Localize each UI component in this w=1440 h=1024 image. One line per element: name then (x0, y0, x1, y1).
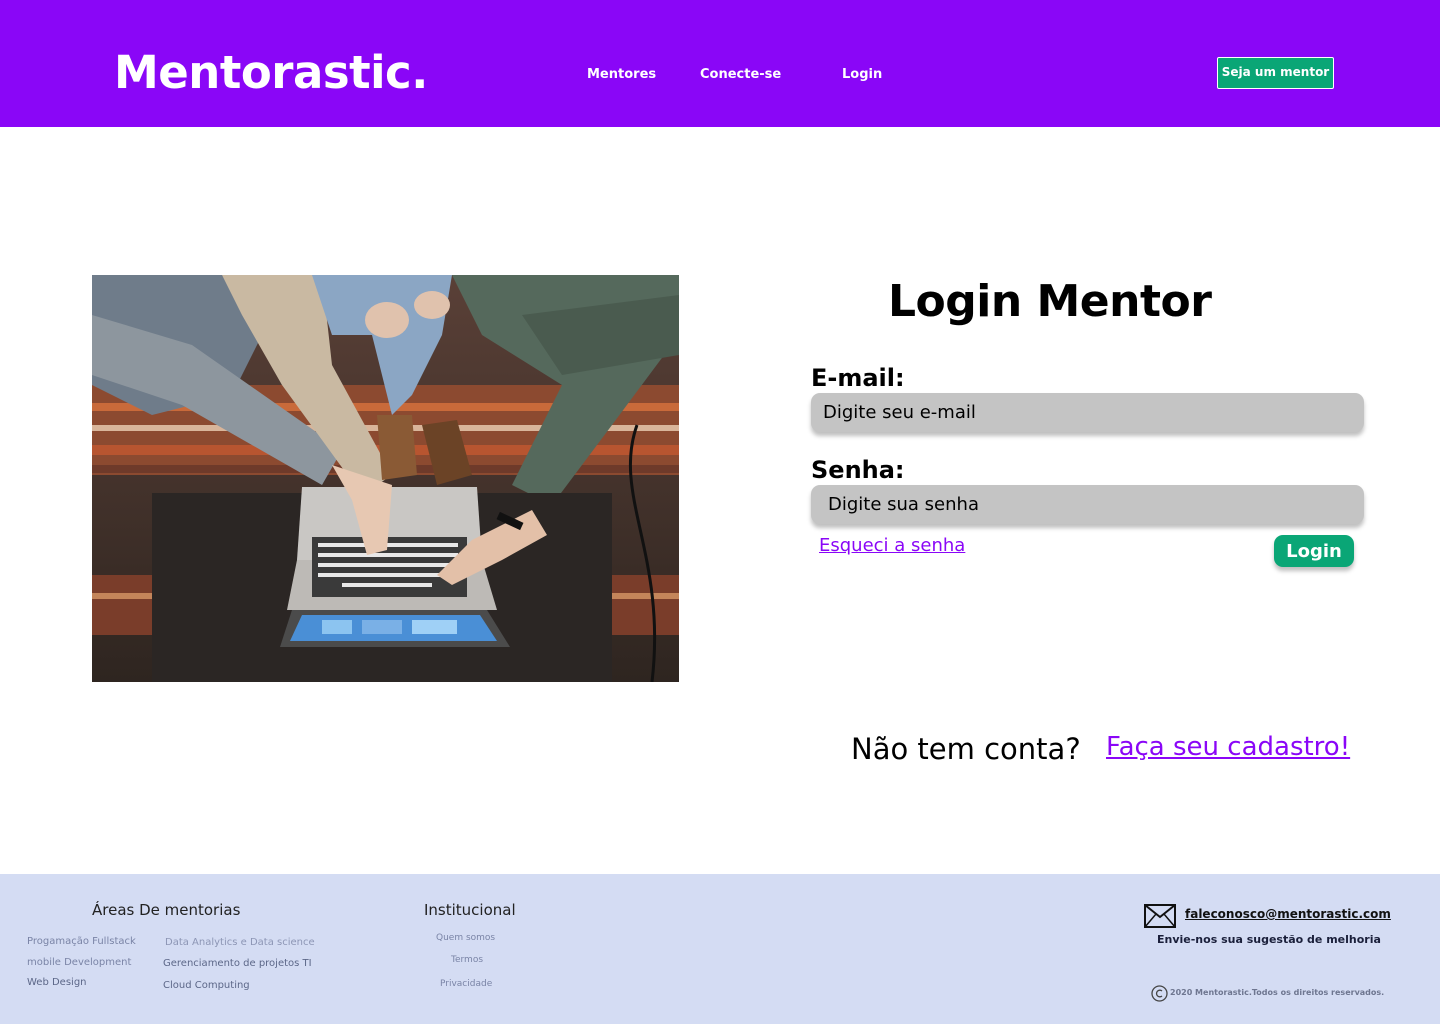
suggestion-text: Envie-nos sua sugestão de melhoria (1157, 933, 1381, 946)
footer: Áreas De mentorias Progamação Fullstack … (0, 874, 1440, 1024)
become-mentor-button[interactable]: Seja um mentor (1217, 57, 1334, 89)
footer-institutional-heading: Institucional (424, 901, 516, 919)
mail-icon (1144, 904, 1176, 928)
footer-privacy-link[interactable]: Privacidade (440, 979, 492, 989)
password-label: Senha: (811, 456, 905, 484)
copyright-text: 2020 Mentorastic.Todos os direitos reser… (1170, 988, 1385, 997)
password-field[interactable] (811, 485, 1364, 524)
no-account-text: Não tem conta? (851, 732, 1081, 766)
email-label: E-mail: (811, 364, 905, 392)
signup-link[interactable]: Faça seu cadastro! (1106, 732, 1350, 762)
top-nav-bar: Mentorastic. Mentores Conecte-se Login S… (0, 0, 1440, 127)
footer-area-link[interactable]: mobile Development (27, 957, 131, 968)
footer-area-link[interactable]: Data Analytics e Data science (165, 937, 315, 948)
email-field[interactable] (811, 393, 1364, 432)
contact-email-link[interactable]: faleconosco@mentorastic.com (1185, 907, 1391, 921)
nav-mentores-link[interactable]: Mentores (587, 67, 656, 82)
brand-logo[interactable]: Mentorastic. (114, 46, 428, 100)
footer-area-link[interactable]: Gerenciamento de projetos TI (163, 958, 312, 969)
footer-area-link[interactable]: Progamação Fullstack (27, 936, 136, 947)
footer-terms-link[interactable]: Termos (451, 955, 483, 965)
login-submit-button[interactable]: Login (1274, 535, 1354, 567)
nav-login-link[interactable]: Login (842, 67, 882, 82)
forgot-password-link[interactable]: Esqueci a senha (819, 535, 965, 556)
footer-areas-heading: Áreas De mentorias (92, 901, 241, 919)
footer-area-link[interactable]: Cloud Computing (163, 980, 250, 991)
footer-area-link[interactable]: Web Design (27, 977, 87, 988)
team-laptop-photo (92, 275, 679, 682)
nav-conecte-link[interactable]: Conecte-se (700, 67, 781, 82)
page-title: Login Mentor (888, 276, 1212, 327)
copyright-icon (1151, 985, 1168, 1002)
footer-about-link[interactable]: Quem somos (436, 933, 495, 943)
